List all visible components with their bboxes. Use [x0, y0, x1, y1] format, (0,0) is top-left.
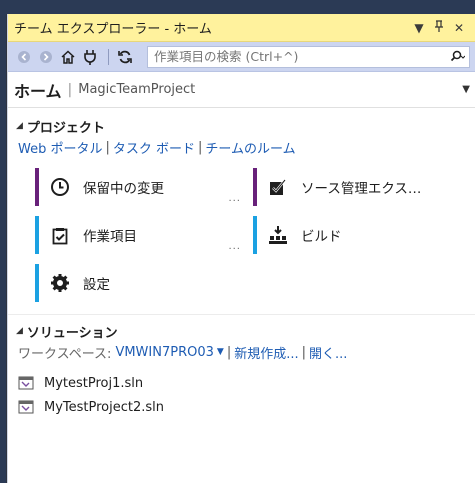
team-explorer-panel: チーム エクスプローラー - ホーム ▼ ✕ ホーム [7, 14, 475, 483]
checkbox-icon [267, 176, 289, 198]
tile-more-button[interactable]: ... [228, 241, 241, 252]
tile-accent [35, 216, 39, 254]
tile-pending-changes[interactable]: 保留中の変更 ... [35, 168, 245, 206]
project-links: Web ポータル | タスク ボード | チームのルーム [8, 136, 475, 158]
tile-more-button[interactable]: ... [228, 193, 241, 204]
list-item[interactable]: MytestProj1.sln [18, 371, 475, 395]
collapse-triangle-icon[interactable]: ◢ [16, 326, 23, 336]
forward-icon[interactable] [36, 47, 56, 67]
connect-icon[interactable] [80, 47, 100, 67]
build-icon [267, 224, 289, 246]
link-separator: | [301, 344, 306, 360]
project-name: MagicTeamProject [78, 82, 196, 97]
section-divider [8, 314, 475, 315]
solution-file-name: MyTestProject2.sln [44, 399, 165, 415]
solution-file-icon [18, 399, 36, 415]
page-header: ホーム | MagicTeamProject ▼ [8, 72, 475, 108]
chevron-down-icon[interactable]: ▼ [217, 347, 224, 357]
project-section-header[interactable]: ◢ プロジェクト [8, 116, 475, 136]
tile-label: 設定 [83, 277, 110, 293]
search-icon[interactable] [449, 50, 465, 64]
new-solution-link[interactable]: 新規作成... [234, 343, 298, 362]
refresh-icon[interactable] [115, 47, 135, 67]
toolbar [8, 42, 475, 72]
panel-title: チーム エクスプローラー - ホーム [14, 22, 212, 37]
tile-label: ビルド [301, 229, 342, 245]
solutions-section: ◢ ソリューション ワークスペース: VMWIN7PRO03 ▼ | 新規作成.… [8, 321, 475, 419]
tile-label: 保留中の変更 [83, 181, 164, 197]
tile-accent [35, 168, 39, 206]
solution-file-icon [18, 375, 36, 391]
clipboard-check-icon [49, 224, 71, 246]
tile-label: ソース管理エクス… [301, 181, 422, 197]
open-solution-link[interactable]: 開く... [309, 343, 347, 362]
window-frame-left [0, 0, 6, 483]
page-title[interactable]: ホーム [14, 78, 62, 102]
collapse-triangle-icon[interactable]: ◢ [16, 121, 23, 131]
close-icon[interactable]: ✕ [450, 21, 468, 35]
link-separator: | [105, 139, 110, 155]
solution-file-list: MytestProj1.sln MyTestProject2.sln [8, 371, 475, 419]
web-portal-link[interactable]: Web ポータル [18, 138, 102, 157]
pin-icon[interactable] [430, 20, 448, 35]
project-section: ◢ プロジェクト Web ポータル | タスク ボード | チームのルーム 保留… [8, 116, 475, 308]
tile-source-control-explorer[interactable]: ソース管理エクス… [253, 168, 463, 206]
home-icon[interactable] [58, 47, 78, 67]
window-frame-top [0, 0, 475, 14]
list-item[interactable]: MyTestProject2.sln [18, 395, 475, 419]
workspace-selector[interactable]: VMWIN7PRO03 [115, 345, 213, 360]
gear-icon [49, 272, 71, 294]
solutions-section-header[interactable]: ◢ ソリューション [8, 321, 475, 341]
back-icon[interactable] [14, 47, 34, 67]
chevron-down-icon[interactable]: ▼ [462, 84, 470, 95]
tile-accent [253, 168, 257, 206]
workspace-label: ワークスペース: [18, 346, 112, 362]
team-room-link[interactable]: チームのルーム [205, 138, 295, 157]
project-tiles: 保留中の変更 ... ソース管理エクス… 作業項目 ... ビルド 設定 [8, 168, 475, 308]
solution-file-name: MytestProj1.sln [44, 375, 144, 391]
tile-label: 作業項目 [83, 229, 137, 245]
solutions-section-title: ソリューション [26, 325, 118, 341]
link-separator: | [226, 344, 232, 360]
task-board-link[interactable]: タスク ボード [113, 138, 195, 157]
project-section-title: プロジェクト [26, 120, 105, 136]
chevron-down-icon[interactable]: ▼ [410, 21, 428, 35]
tile-work-items[interactable]: 作業項目 ... [35, 216, 245, 254]
tile-settings[interactable]: 設定 [35, 264, 245, 302]
tile-accent [35, 264, 39, 302]
toolbar-separator [108, 48, 109, 65]
search-input[interactable] [154, 49, 445, 64]
link-separator: | [198, 139, 203, 155]
panel-titlebar: チーム エクスプローラー - ホーム ▼ ✕ [8, 14, 475, 42]
title-separator: | [67, 81, 73, 98]
work-item-search-box[interactable] [147, 45, 470, 68]
clock-icon [49, 176, 71, 198]
tile-accent [253, 216, 257, 254]
workspace-row: ワークスペース: VMWIN7PRO03 ▼ | 新規作成... | 開く... [8, 341, 475, 363]
tile-build[interactable]: ビルド [253, 216, 463, 254]
